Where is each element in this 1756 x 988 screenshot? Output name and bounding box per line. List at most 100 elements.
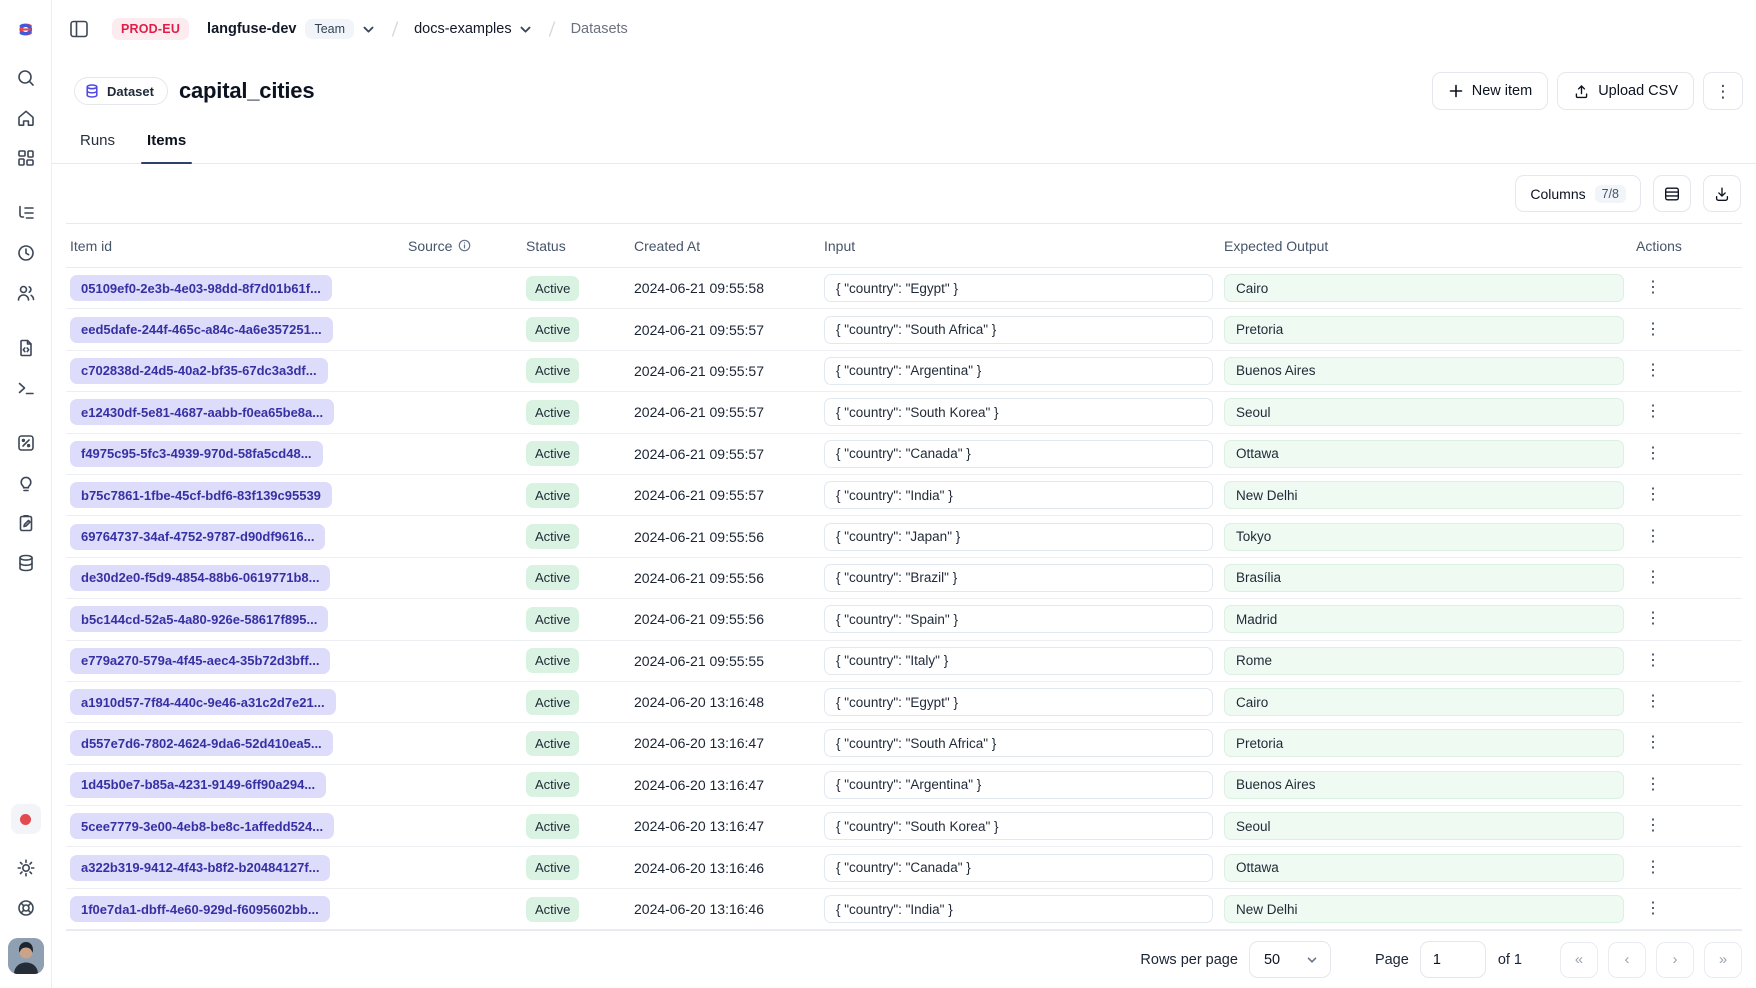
item-id-badge[interactable]: b75c7861-1fbe-45cf-bdf6-83f139c95539 xyxy=(70,482,332,508)
expected-output-value[interactable]: Madrid xyxy=(1224,605,1624,633)
expected-output-value[interactable]: New Delhi xyxy=(1224,481,1624,509)
input-value[interactable]: { "country": "South Korea" } xyxy=(824,398,1213,426)
input-value[interactable]: { "country": "Argentina" } xyxy=(824,357,1213,385)
row-actions-button[interactable]: ⋮ xyxy=(1636,731,1670,755)
table-row[interactable]: e12430df-5e81-4687-aabb-f0ea65be8a... Ac… xyxy=(66,392,1742,433)
input-value[interactable]: { "country": "Italy" } xyxy=(824,647,1213,675)
input-value[interactable]: { "country": "South Africa" } xyxy=(824,729,1213,757)
input-value[interactable]: { "country": "Canada" } xyxy=(824,854,1213,882)
row-actions-button[interactable]: ⋮ xyxy=(1636,442,1670,466)
item-id-badge[interactable]: a1910d57-7f84-440c-9e46-a31c2d7e21... xyxy=(70,689,336,715)
row-actions-button[interactable]: ⋮ xyxy=(1636,607,1670,631)
input-value[interactable]: { "country": "South Korea" } xyxy=(824,812,1213,840)
input-value[interactable]: { "country": "Canada" } xyxy=(824,440,1213,468)
expected-output-value[interactable]: Ottawa xyxy=(1224,440,1624,468)
row-actions-button[interactable]: ⋮ xyxy=(1636,483,1670,507)
export-button[interactable] xyxy=(1703,175,1741,212)
sidebar-item-search[interactable] xyxy=(6,58,46,98)
upload-csv-button[interactable]: Upload CSV xyxy=(1557,72,1694,110)
input-value[interactable]: { "country": "Japan" } xyxy=(824,523,1213,551)
input-value[interactable]: { "country": "India" } xyxy=(824,895,1213,923)
expected-output-value[interactable]: Buenos Aires xyxy=(1224,771,1624,799)
item-id-badge[interactable]: 1d45b0e7-b85a-4231-9149-6ff90a294... xyxy=(70,772,326,798)
item-id-badge[interactable]: 5cee7779-3e00-4eb8-be8c-1affedd524... xyxy=(70,813,334,839)
item-id-badge[interactable]: f4975c95-5fc3-4939-970d-58fa5cd48... xyxy=(70,441,323,467)
item-id-badge[interactable]: 05109ef0-2e3b-4e03-98dd-8f7d01b61f... xyxy=(70,275,332,301)
expected-output-value[interactable]: Rome xyxy=(1224,647,1624,675)
input-value[interactable]: { "country": "South Africa" } xyxy=(824,316,1213,344)
recording-indicator[interactable] xyxy=(11,804,41,834)
item-id-badge[interactable]: eed5dafe-244f-465c-a84c-4a6e357251... xyxy=(70,317,333,343)
item-id-badge[interactable]: 1f0e7da1-dbff-4e60-929d-f6095602bb... xyxy=(70,896,330,922)
sidebar-item-insights[interactable] xyxy=(6,463,46,503)
row-actions-button[interactable]: ⋮ xyxy=(1636,897,1670,921)
item-id-badge[interactable]: d557e7d6-7802-4624-9da6-52d410ea5... xyxy=(70,730,333,756)
table-row[interactable]: 5cee7779-3e00-4eb8-be8c-1affedd524... Ac… xyxy=(66,806,1742,847)
expected-output-value[interactable]: Buenos Aires xyxy=(1224,357,1624,385)
table-row[interactable]: b75c7861-1fbe-45cf-bdf6-83f139c95539 Act… xyxy=(66,475,1742,516)
item-id-badge[interactable]: e779a270-579a-4f45-aec4-35b72d3bff... xyxy=(70,648,330,674)
row-actions-button[interactable]: ⋮ xyxy=(1636,359,1670,383)
item-id-badge[interactable]: b5c144cd-52a5-4a80-926e-58617f895... xyxy=(70,606,328,632)
sidebar-item-support[interactable] xyxy=(6,888,46,928)
sidebar-item-sessions[interactable] xyxy=(6,233,46,273)
table-row[interactable]: 1d45b0e7-b85a-4231-9149-6ff90a294... Act… xyxy=(66,765,1742,806)
table-row[interactable]: e779a270-579a-4f45-aec4-35b72d3bff... Ac… xyxy=(66,641,1742,682)
input-value[interactable]: { "country": "Argentina" } xyxy=(824,771,1213,799)
breadcrumb-section[interactable]: Datasets xyxy=(571,21,628,37)
sidebar-item-home[interactable] xyxy=(6,98,46,138)
row-actions-button[interactable]: ⋮ xyxy=(1636,856,1670,880)
expected-output-value[interactable]: Tokyo xyxy=(1224,523,1624,551)
sidebar-item-annotation[interactable] xyxy=(6,503,46,543)
tab-items[interactable]: Items xyxy=(141,118,192,163)
table-row[interactable]: d557e7d6-7802-4624-9da6-52d410ea5... Act… xyxy=(66,723,1742,764)
sidebar-item-datasets[interactable] xyxy=(6,543,46,583)
expected-output-value[interactable]: Ottawa xyxy=(1224,854,1624,882)
row-actions-button[interactable]: ⋮ xyxy=(1636,525,1670,549)
input-value[interactable]: { "country": "Spain" } xyxy=(824,605,1213,633)
input-value[interactable]: { "country": "Egypt" } xyxy=(824,688,1213,716)
expected-output-value[interactable]: Seoul xyxy=(1224,398,1624,426)
table-row[interactable]: a322b319-9412-4f43-b8f2-b20484127f... Ac… xyxy=(66,847,1742,888)
row-actions-button[interactable]: ⋮ xyxy=(1636,318,1670,342)
row-actions-button[interactable]: ⋮ xyxy=(1636,276,1670,300)
item-id-badge[interactable]: c702838d-24d5-40a2-bf35-67dc3a3df... xyxy=(70,358,328,384)
new-item-button[interactable]: New item xyxy=(1432,72,1548,110)
expected-output-value[interactable]: Brasília xyxy=(1224,564,1624,592)
sidebar-item-users[interactable] xyxy=(6,273,46,313)
expected-output-value[interactable]: Seoul xyxy=(1224,812,1624,840)
tab-runs[interactable]: Runs xyxy=(74,118,121,163)
columns-button[interactable]: Columns 7/8 xyxy=(1515,175,1641,212)
input-value[interactable]: { "country": "Brazil" } xyxy=(824,564,1213,592)
sidebar-item-prompts[interactable] xyxy=(6,328,46,368)
page-number-input[interactable] xyxy=(1420,941,1486,978)
expected-output-value[interactable]: New Delhi xyxy=(1224,895,1624,923)
row-actions-button[interactable]: ⋮ xyxy=(1636,649,1670,673)
breadcrumb-project[interactable]: docs-examples xyxy=(414,21,512,37)
row-actions-button[interactable]: ⋮ xyxy=(1636,566,1670,590)
table-row[interactable]: b5c144cd-52a5-4a80-926e-58617f895... Act… xyxy=(66,599,1742,640)
first-page-button[interactable]: « xyxy=(1560,942,1598,978)
item-id-badge[interactable]: de30d2e0-f5d9-4854-88b6-0619771b8... xyxy=(70,565,330,591)
sidebar-item-evaluation[interactable] xyxy=(6,423,46,463)
row-height-button[interactable] xyxy=(1653,175,1691,212)
last-page-button[interactable]: » xyxy=(1704,942,1742,978)
input-value[interactable]: { "country": "India" } xyxy=(824,481,1213,509)
table-row[interactable]: c702838d-24d5-40a2-bf35-67dc3a3df... Act… xyxy=(66,351,1742,392)
sidebar-item-playground[interactable] xyxy=(6,368,46,408)
info-icon[interactable] xyxy=(458,239,471,252)
item-id-badge[interactable]: 69764737-34af-4752-9787-d90df9616... xyxy=(70,524,325,550)
table-row[interactable]: 05109ef0-2e3b-4e03-98dd-8f7d01b61f... Ac… xyxy=(66,268,1742,309)
row-actions-button[interactable]: ⋮ xyxy=(1636,773,1670,797)
table-row[interactable]: eed5dafe-244f-465c-a84c-4a6e357251... Ac… xyxy=(66,309,1742,350)
row-actions-button[interactable]: ⋮ xyxy=(1636,814,1670,838)
rows-per-page-select[interactable]: 50 xyxy=(1249,941,1331,978)
expected-output-value[interactable]: Pretoria xyxy=(1224,316,1624,344)
row-actions-button[interactable]: ⋮ xyxy=(1636,400,1670,424)
row-actions-button[interactable]: ⋮ xyxy=(1636,690,1670,714)
item-id-badge[interactable]: e12430df-5e81-4687-aabb-f0ea65be8a... xyxy=(70,399,334,425)
user-avatar[interactable] xyxy=(8,938,44,974)
expected-output-value[interactable]: Cairo xyxy=(1224,688,1624,716)
table-row[interactable]: 69764737-34af-4752-9787-d90df9616... Act… xyxy=(66,516,1742,557)
sidebar-item-dashboards[interactable] xyxy=(6,138,46,178)
